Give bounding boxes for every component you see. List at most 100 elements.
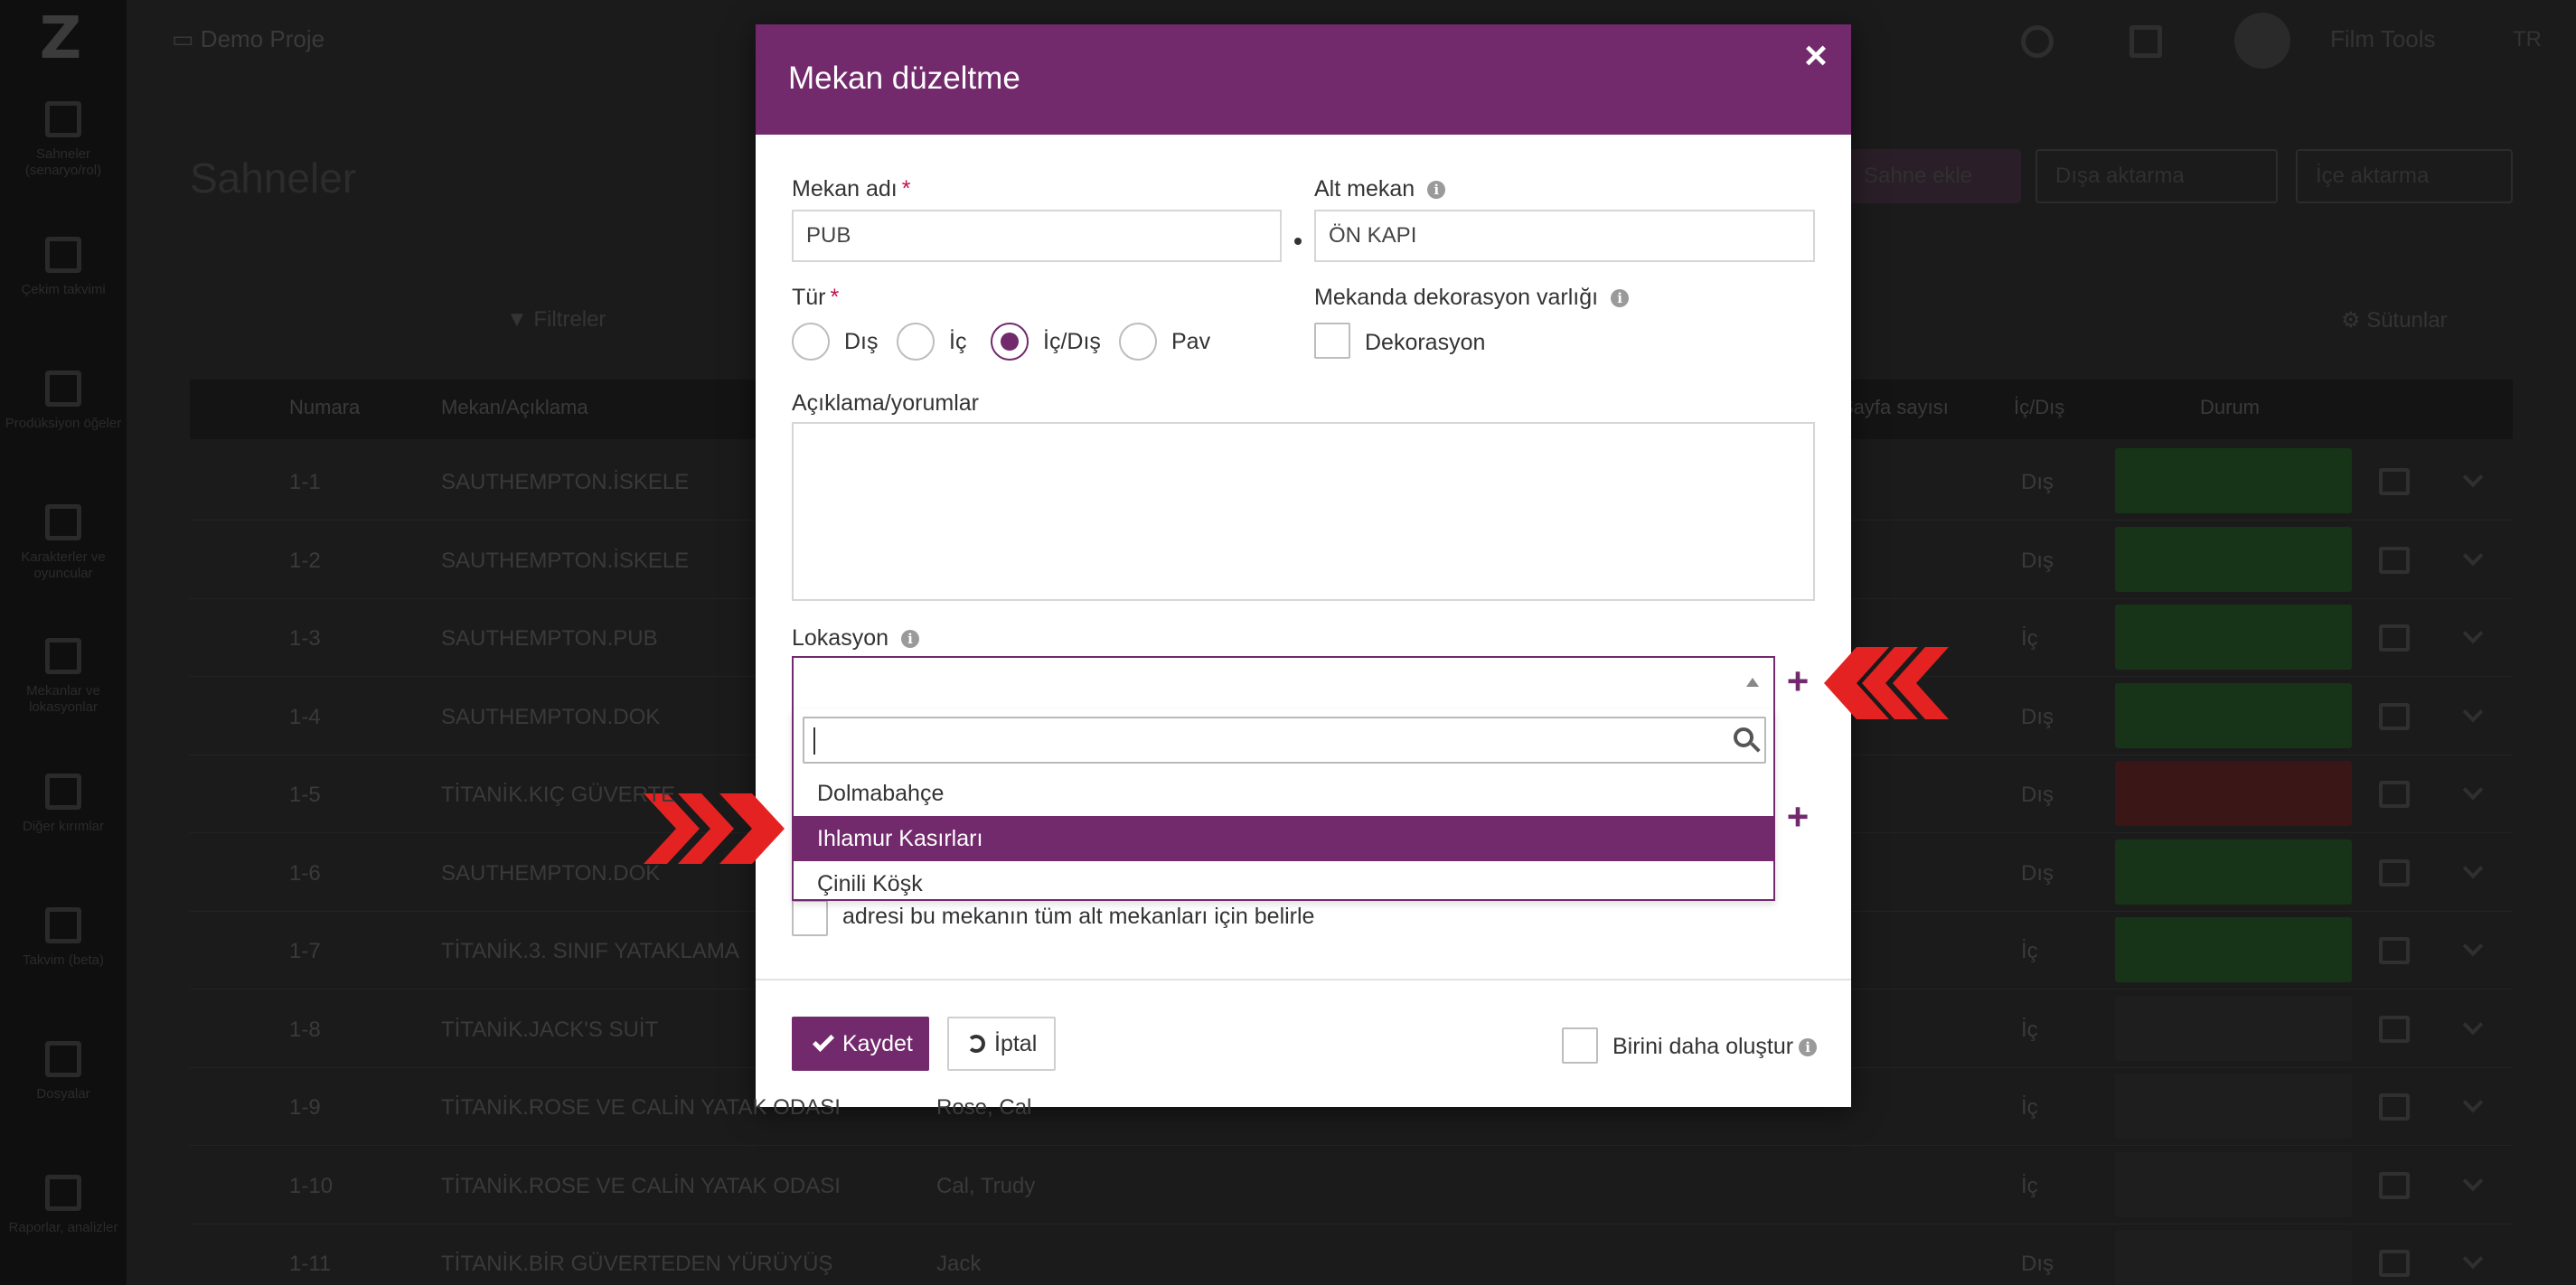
scene-role: Jack [936, 1252, 982, 1276]
decor-label: Mekanda dekorasyon varlığı i [1314, 285, 1630, 311]
scene-int-ext: Dış [2021, 1252, 2054, 1276]
decor-checkbox-label: Dekorasyon [1365, 330, 1486, 355]
sidebar-item-places[interactable]: Mekanlar ve lokasyonlar [0, 638, 127, 716]
sidebar-item-other[interactable]: Diğer kırımlar [0, 774, 127, 835]
check-icon [812, 1029, 835, 1053]
create-another-label: Birini daha oluştur i [1612, 1034, 1818, 1060]
status-badge [2115, 683, 2352, 748]
edit-icon[interactable] [2379, 937, 2410, 964]
status-badge [2115, 1152, 2352, 1217]
status-badge [2115, 1230, 2352, 1285]
edit-icon[interactable] [2379, 859, 2410, 886]
mail-icon[interactable] [2129, 25, 2162, 58]
status-badge [2115, 605, 2352, 670]
comments-textarea[interactable] [792, 422, 1815, 601]
scene-int-ext: Dış [2021, 470, 2054, 494]
location-option-dolmabahce[interactable]: Dolmabahçe [794, 771, 1773, 816]
place-name-label: Mekan adı * [792, 176, 911, 202]
cancel-button[interactable]: İptal [947, 1017, 1056, 1071]
add-location-icon[interactable]: + [1784, 662, 1811, 700]
location-dropdown: Dolmabahçe Ihlamur Kasırları Çinili Köşk [792, 709, 1775, 901]
scene-place: SAUTHEMPTON.DOK [441, 861, 661, 886]
clapperboard-icon [45, 101, 81, 137]
column-header-number[interactable]: Numara [289, 396, 360, 419]
location-option-ihlamur[interactable]: Ihlamur Kasırları [794, 816, 1773, 861]
add-scene-button[interactable]: Sahne ekle [1844, 149, 2021, 203]
sidebar-item-shooting-schedule[interactable]: Çekim takvimi [0, 237, 127, 298]
scene-role: Cal, Trudy [936, 1174, 1036, 1198]
scene-place: TİTANİK.ROSE VE CALİN YATAK ODASI [441, 1095, 841, 1120]
decor-checkbox[interactable] [1314, 323, 1350, 359]
info-icon[interactable]: i [1611, 289, 1630, 307]
edit-icon[interactable] [2379, 1016, 2410, 1043]
scene-number: 1-9 [289, 1095, 321, 1120]
create-another-checkbox[interactable] [1562, 1027, 1598, 1064]
sidebar-item-calendar[interactable]: Takvim (beta) [0, 907, 127, 969]
status-badge [2115, 996, 2352, 1061]
edit-icon[interactable] [2379, 781, 2410, 808]
location-search-input[interactable] [803, 717, 1766, 764]
language-selector[interactable]: TR [2513, 27, 2542, 52]
status-badge [2115, 761, 2352, 826]
scene-int-ext: Dış [2021, 861, 2054, 886]
radio-circle[interactable] [792, 323, 830, 361]
edit-icon[interactable] [2379, 624, 2410, 652]
radio-circle[interactable] [897, 323, 935, 361]
sidebar-item-files[interactable]: Dosyalar [0, 1041, 127, 1102]
scene-number: 1-4 [289, 705, 321, 729]
help-icon[interactable] [2021, 25, 2054, 58]
radio-circle[interactable] [991, 323, 1029, 361]
scene-int-ext: İç [2021, 1174, 2038, 1198]
sidebar: Z Sahneler (senaryo/rol) Çekim takvimi P… [0, 0, 127, 1285]
sub-place-input[interactable]: ÖN KAPI [1314, 210, 1815, 262]
save-button[interactable]: Kaydet [792, 1017, 929, 1071]
columns-button[interactable]: ⚙ Sütunlar [2341, 307, 2448, 333]
import-button[interactable]: İçe aktarma [2296, 149, 2513, 203]
file-icon [45, 1041, 81, 1077]
column-header-int-ext[interactable]: İç/Dış [2014, 396, 2064, 419]
edit-icon[interactable] [2379, 547, 2410, 574]
status-badge [2115, 1074, 2352, 1139]
column-header-status[interactable]: Durum [2200, 396, 2260, 419]
sidebar-item-reports[interactable]: Raporlar, analizler [0, 1175, 127, 1236]
scene-place: TİTANİK.KIÇ GÜVERTE [441, 783, 676, 807]
sidebar-item-scenes[interactable]: Sahneler (senaryo/rol) [0, 101, 127, 179]
scene-int-ext: Dış [2021, 549, 2054, 573]
user-name[interactable]: Film Tools [2330, 25, 2436, 53]
radio-circle[interactable] [1119, 323, 1157, 361]
sidebar-item-production-items[interactable]: Prodüksiyon öğeler [0, 370, 127, 432]
location-select[interactable] [792, 656, 1775, 710]
column-header-pages[interactable]: Sayfa sayısı [1840, 396, 1949, 419]
sub-place-label: Alt mekan i [1314, 176, 1446, 202]
scene-int-ext: İç [2021, 1095, 2038, 1120]
location-option-cinili-kosk[interactable]: Çinili Köşk [794, 861, 1773, 906]
edit-icon[interactable] [2379, 703, 2410, 730]
place-name-input[interactable]: PUB [792, 210, 1282, 262]
gear-icon: ⚙ [2341, 308, 2367, 333]
edit-icon[interactable] [2379, 468, 2410, 495]
status-badge [2115, 917, 2352, 982]
avatar[interactable] [2234, 13, 2290, 69]
undo-icon [967, 1035, 985, 1053]
add-address-icon[interactable]: + [1784, 798, 1811, 836]
close-icon[interactable]: × [1800, 36, 1831, 76]
separator-dot [1294, 238, 1302, 245]
column-header-place[interactable]: Mekan/Açıklama [441, 396, 588, 419]
checkbox-icon [45, 370, 81, 407]
text-cursor [813, 727, 815, 755]
scene-number: 1-2 [289, 549, 321, 573]
edit-icon[interactable] [2379, 1250, 2410, 1277]
address-all-label: adresi bu mekanın tüm alt mekanları için… [842, 904, 1315, 929]
annotation-arrow-left-icon [1824, 647, 1949, 719]
project-selector[interactable]: ▭ Demo Proje [172, 25, 324, 53]
export-button[interactable]: Dışa aktarma [2035, 149, 2278, 203]
info-icon[interactable]: i [901, 630, 920, 648]
info-icon[interactable]: i [1427, 181, 1446, 199]
filters-button[interactable]: ▼ Filtreler [506, 307, 606, 333]
edit-icon[interactable] [2379, 1172, 2410, 1199]
scene-int-ext: İç [2021, 626, 2038, 651]
sidebar-item-characters[interactable]: Karakterler ve oyuncular [0, 504, 127, 582]
edit-icon[interactable] [2379, 1093, 2410, 1121]
info-icon[interactable]: i [1799, 1038, 1818, 1056]
scene-number: 1-7 [289, 939, 321, 963]
